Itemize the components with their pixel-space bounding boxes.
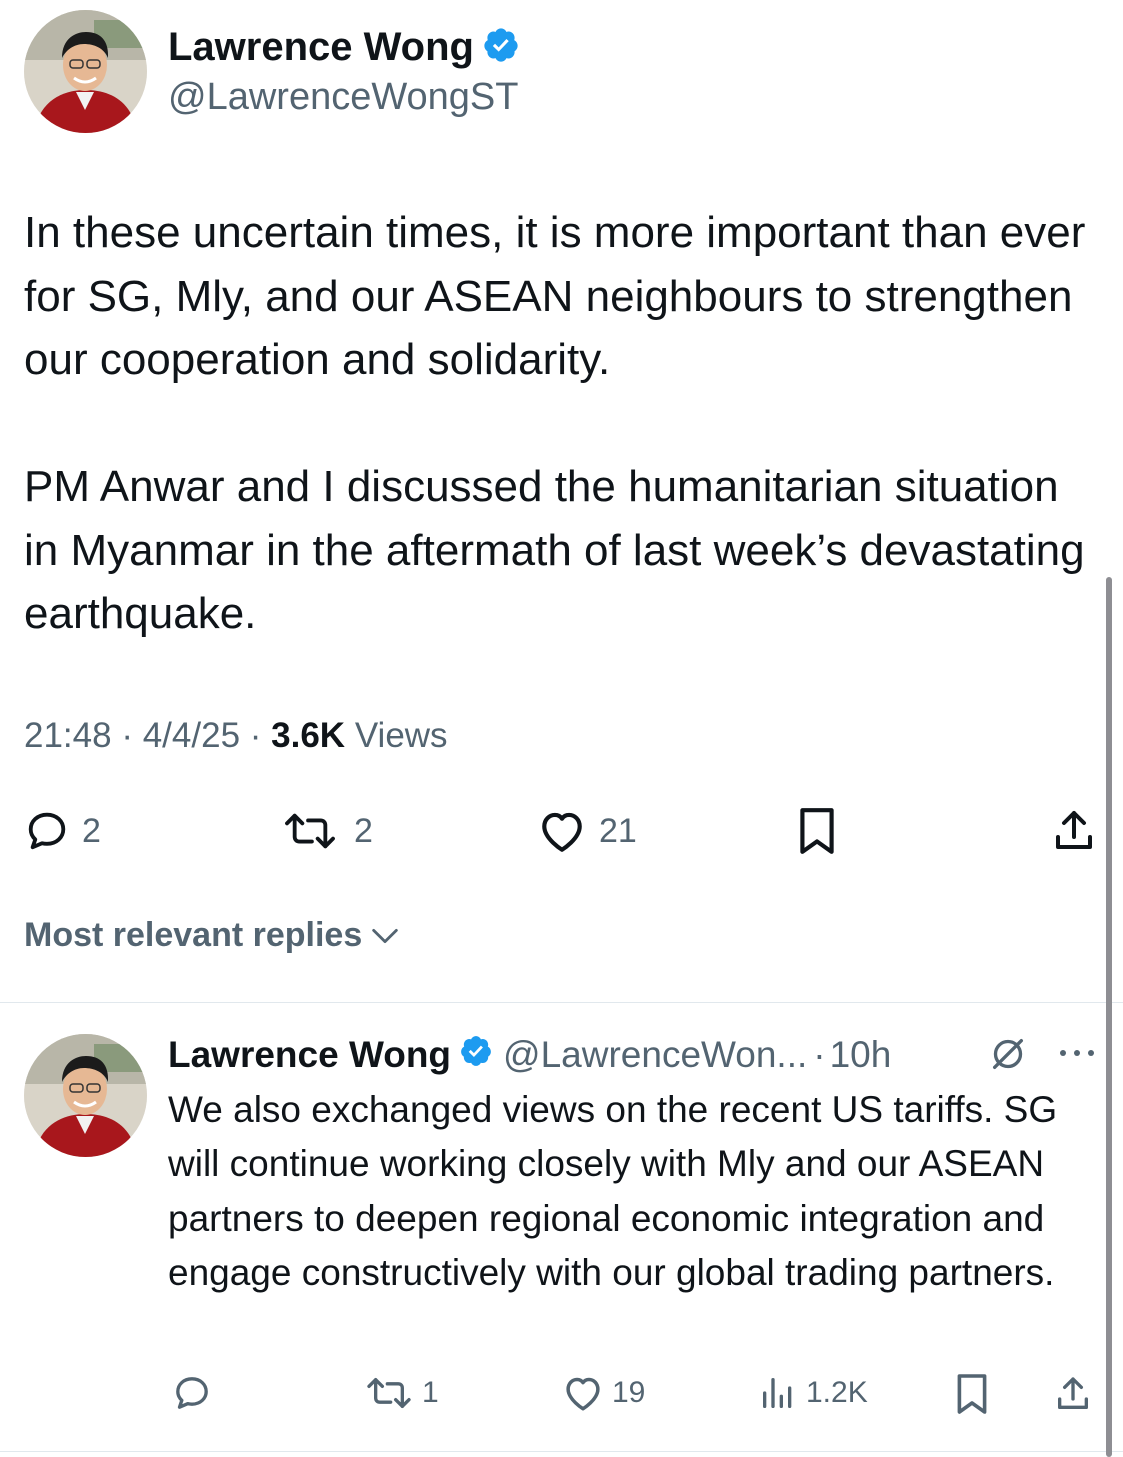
reply-author-handle[interactable]: @LawrenceWon... (503, 1034, 807, 1076)
avatar-photo (24, 1034, 147, 1157)
bookmark-button[interactable] (795, 806, 839, 856)
repost-count: 2 (354, 811, 373, 850)
heart-icon (566, 1377, 600, 1411)
reply-button[interactable]: 2 (24, 808, 101, 854)
speech-bubble-icon (28, 812, 66, 850)
tweet-paragraph: PM Anwar and I discussed the humanitaria… (24, 462, 1085, 638)
bookmark-icon (957, 1374, 987, 1414)
reply-share-button[interactable] (1053, 1372, 1093, 1416)
verified-badge-icon (459, 1034, 493, 1077)
views-label: Views (354, 716, 448, 755)
meta-separator: · (121, 716, 133, 755)
replies-sort-selector[interactable]: Most relevant replies (24, 916, 402, 955)
more-dots-icon (1060, 1050, 1094, 1056)
tweet-text: In these uncertain times, it is more imp… (24, 201, 1094, 646)
bottom-divider (0, 1451, 1123, 1452)
section-divider (0, 1002, 1123, 1003)
replies-sort-label: Most relevant replies (24, 916, 363, 954)
tweet-date[interactable]: 4/4/25 (143, 716, 240, 755)
share-upload-icon (1058, 1377, 1088, 1409)
meta-separator: · (249, 716, 262, 755)
repost-arrows-icon (285, 813, 335, 849)
reply-bookmark-button[interactable] (954, 1372, 990, 1416)
more-options-button[interactable] (1056, 1038, 1098, 1068)
reply-header: Lawrence Wong @LawrenceWon... · 10h (168, 1028, 891, 1082)
grok-slash-icon (993, 1039, 1023, 1069)
author-avatar[interactable] (24, 10, 147, 133)
speech-bubble-icon (176, 1377, 208, 1409)
reply-author-name[interactable]: Lawrence Wong (168, 1034, 451, 1076)
author-name[interactable]: Lawrence Wong (168, 25, 474, 70)
verified-badge-icon (482, 26, 520, 69)
tweet-time[interactable]: 21:48 (24, 716, 112, 755)
scrollbar[interactable] (1106, 577, 1112, 1457)
avatar-photo (24, 10, 147, 133)
repost-arrows-icon (367, 1378, 411, 1408)
reply-repost-count: 1 (422, 1376, 439, 1409)
reply-reply-button[interactable] (172, 1373, 212, 1413)
reply-views-button[interactable]: 1.2K (760, 1373, 868, 1413)
reply-count: 2 (82, 811, 101, 850)
reply-text: We also exchanged views on the recent US… (168, 1089, 1058, 1293)
author-name-row: Lawrence Wong (168, 22, 520, 72)
bookmark-icon (800, 808, 834, 854)
tweet-paragraph: In these uncertain times, it is more imp… (24, 208, 1086, 384)
reply-time[interactable]: 10h (830, 1034, 892, 1076)
views-count: 3.6K (271, 716, 346, 755)
reply-like-button[interactable]: 19 (562, 1373, 645, 1413)
share-upload-icon (1056, 811, 1092, 849)
like-count: 21 (599, 811, 637, 850)
repost-button[interactable]: 2 (278, 808, 373, 854)
reply-author-avatar[interactable] (24, 1034, 147, 1157)
author-handle[interactable]: @LawrenceWongST (168, 76, 518, 119)
like-button[interactable]: 21 (537, 808, 637, 854)
reply-separator: · (813, 1034, 826, 1075)
grok-button[interactable] (988, 1034, 1028, 1074)
heart-icon (542, 812, 582, 852)
tweet-metadata: 21:48 · 4/4/25 · 3.6K Views (24, 716, 448, 756)
bar-chart-icon (763, 1378, 792, 1408)
chevron-down-icon (372, 928, 398, 943)
share-button[interactable] (1050, 806, 1098, 856)
reply-like-count: 19 (612, 1376, 646, 1409)
reply-repost-button[interactable]: 1 (362, 1373, 439, 1413)
reply-views-count: 1.2K (806, 1376, 868, 1409)
